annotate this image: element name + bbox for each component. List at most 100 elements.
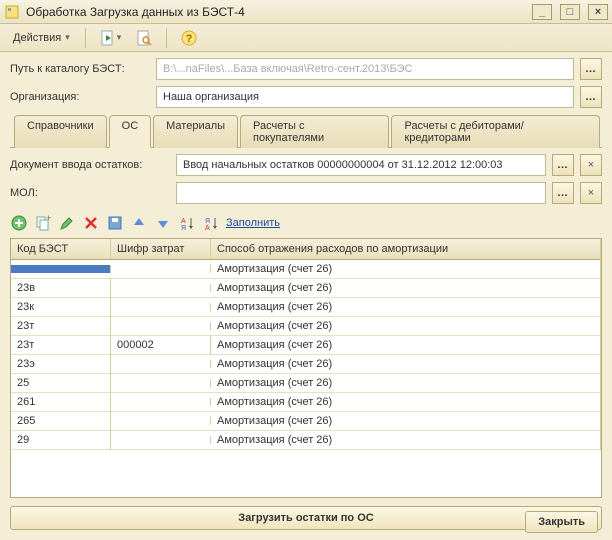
path-label: Путь к каталогу БЭСТ: [10, 63, 150, 75]
move-down-button[interactable] [154, 214, 172, 232]
tab-bar: Справочники ОС Материалы Расчеты с покуп… [10, 114, 602, 148]
table-row[interactable]: 265 Амортизация (счет 26) [11, 412, 601, 431]
doc-select-button[interactable]: … [552, 154, 574, 176]
table-cell: 265 [11, 411, 111, 431]
svg-text:?: ? [186, 33, 193, 45]
table-cell [111, 265, 211, 273]
app-icon [4, 4, 20, 20]
table-cell: 000002 [111, 335, 211, 355]
table-cell: 29 [11, 430, 111, 450]
table-cell: Амортизация (счет 26) [211, 335, 601, 355]
mol-row: МОЛ: … × [10, 182, 602, 204]
table-cell: Амортизация (счет 26) [211, 411, 601, 431]
toolbar-execute-button[interactable]: ▾ [94, 27, 127, 49]
actions-menu-button[interactable]: Действия ▾ [6, 27, 77, 49]
mol-select-button[interactable]: … [552, 182, 574, 204]
table-cell: Амортизация (счет 26) [211, 259, 601, 279]
chevron-down-icon: ▾ [65, 32, 70, 43]
svg-text:Я: Я [205, 218, 210, 225]
table-row[interactable]: Амортизация (счет 26) [11, 260, 601, 279]
titlebar: Обработка Загрузка данных из БЭСТ-4 _ □ … [0, 0, 612, 24]
help-icon: ? [180, 29, 198, 47]
org-label: Организация: [10, 91, 150, 103]
mol-label: МОЛ: [10, 187, 170, 199]
doc-label: Документ ввода остатков: [10, 159, 170, 171]
close-button[interactable]: Закрыть [525, 511, 598, 533]
table-row[interactable]: 25 Амортизация (счет 26) [11, 374, 601, 393]
sheet-magnifier-icon [135, 29, 153, 47]
table-row[interactable]: 29 Амортизация (счет 26) [11, 431, 601, 450]
data-grid[interactable]: Код БЭСТ Шифр затрат Способ отражения ра… [10, 238, 602, 498]
toolbar-report-button[interactable] [130, 27, 158, 49]
table-cell: Амортизация (счет 26) [211, 354, 601, 374]
maximize-button[interactable]: □ [560, 4, 580, 20]
doc-clear-button[interactable]: × [580, 154, 602, 176]
table-row[interactable]: 23тАмортизация (счет 26) [11, 317, 601, 336]
move-up-button[interactable] [130, 214, 148, 232]
main-toolbar: Действия ▾ ▾ ? [0, 24, 612, 52]
grid-header: Код БЭСТ Шифр затрат Способ отражения ра… [11, 239, 601, 260]
col-header-shifr[interactable]: Шифр затрат [111, 239, 211, 259]
path-input[interactable]: B:\...naFiles\...База включая\Retro-сент… [156, 58, 574, 80]
table-cell: 261 [11, 392, 111, 412]
sort-desc-button[interactable]: ЯА [202, 214, 220, 232]
table-cell: Амортизация (счет 26) [211, 278, 601, 298]
svg-text:А: А [181, 218, 186, 225]
mol-input[interactable] [176, 182, 546, 204]
org-input[interactable]: Наша организация [156, 86, 574, 108]
svg-text:+: + [46, 215, 51, 223]
delete-row-button[interactable] [82, 214, 100, 232]
table-cell [111, 398, 211, 406]
chevron-down-icon: ▾ [117, 32, 122, 43]
org-select-button[interactable]: … [580, 86, 602, 108]
load-os-button[interactable]: Загрузить остатки по ОС [10, 506, 602, 530]
table-row[interactable]: 23в Амортизация (счет 26) [11, 279, 601, 298]
table-cell: 25 [11, 373, 111, 393]
separator [166, 28, 167, 48]
fill-link[interactable]: Заполнить [226, 217, 280, 229]
path-row: Путь к каталогу БЭСТ: B:\...naFiles\...Б… [10, 58, 602, 80]
edit-row-button[interactable] [58, 214, 76, 232]
path-browse-button[interactable]: … [580, 58, 602, 80]
svg-text:Я: Я [181, 225, 186, 231]
table-cell: Амортизация (счет 26) [211, 297, 601, 317]
add-row-button[interactable] [10, 214, 28, 232]
tab-spravochniki[interactable]: Справочники [14, 115, 107, 148]
tab-raschety-pokupatelyami[interactable]: Расчеты с покупателями [240, 115, 389, 148]
help-button[interactable]: ? [175, 27, 203, 49]
copy-row-button[interactable]: + [34, 214, 52, 232]
save-button[interactable] [106, 214, 124, 232]
mol-clear-button[interactable]: × [580, 182, 602, 204]
col-header-sposob[interactable]: Способ отражения расходов по амортизации [211, 239, 601, 259]
close-window-button[interactable]: × [588, 4, 608, 20]
actions-label: Действия [13, 32, 61, 44]
tab-raschety-debitorami[interactable]: Расчеты с дебиторами/кредиторами [391, 115, 600, 148]
sort-asc-button[interactable]: АЯ [178, 214, 196, 232]
table-cell: 23в [11, 278, 111, 298]
table-cell [111, 303, 211, 311]
grid-toolbar: + АЯ ЯА Заполнить [10, 210, 602, 238]
table-row[interactable]: 23т000002Амортизация (счет 26) [11, 336, 601, 355]
tab-materialy[interactable]: Материалы [153, 115, 238, 148]
tab-os[interactable]: ОС [109, 115, 152, 148]
doc-row: Документ ввода остатков: Ввод начальных … [10, 154, 602, 176]
table-cell: 23к [11, 297, 111, 317]
table-row[interactable]: 261 Амортизация (счет 26) [11, 393, 601, 412]
table-cell: 23э [11, 354, 111, 374]
table-cell [11, 265, 111, 273]
col-header-kod[interactable]: Код БЭСТ [11, 239, 111, 259]
minimize-button[interactable]: _ [532, 4, 552, 20]
svg-text:А: А [205, 225, 210, 231]
table-row[interactable]: 23э Амортизация (счет 26) [11, 355, 601, 374]
play-sheet-icon [99, 29, 117, 47]
table-cell [111, 322, 211, 330]
window-title: Обработка Загрузка данных из БЭСТ-4 [26, 5, 524, 19]
table-cell: Амортизация (счет 26) [211, 373, 601, 393]
table-cell: Амортизация (счет 26) [211, 392, 601, 412]
table-cell: Амортизация (счет 26) [211, 430, 601, 450]
table-row[interactable]: 23к Амортизация (счет 26) [11, 298, 601, 317]
table-cell [111, 379, 211, 387]
doc-input[interactable]: Ввод начальных остатков 00000000004 от 3… [176, 154, 546, 176]
table-cell [111, 284, 211, 292]
table-cell: Амортизация (счет 26) [211, 316, 601, 336]
